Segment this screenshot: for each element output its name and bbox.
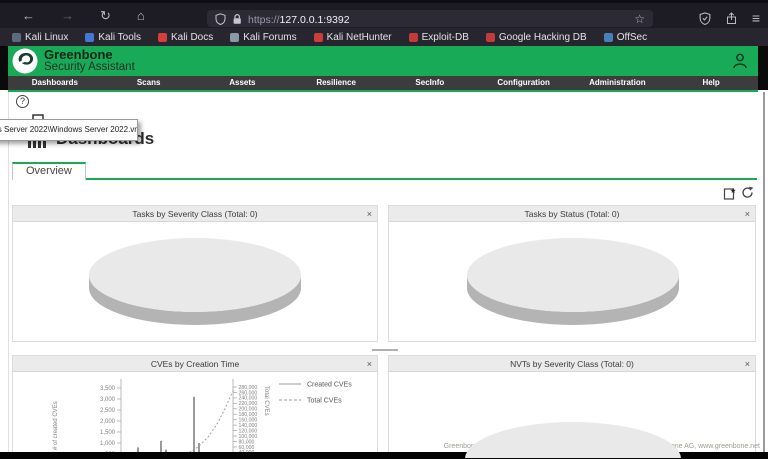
svg-text:2,000: 2,000	[100, 419, 116, 425]
user-icon[interactable]	[732, 52, 748, 70]
nav-item-secinfo[interactable]: SecInfo	[383, 76, 477, 90]
url-text: https://127.0.0.1:9392	[248, 10, 350, 28]
share-icon[interactable]	[725, 12, 738, 25]
svg-text:2,500: 2,500	[100, 408, 116, 414]
bookmark-label: Kali Forums	[243, 32, 296, 43]
url-host: 127.0.0.1:9392	[280, 14, 350, 26]
bookmarks-bar: Kali Linux Kali Tools Kali Docs Kali For…	[0, 28, 768, 46]
bookmark-label: Kali Linux	[25, 32, 68, 43]
tab-overview[interactable]: Overview	[12, 162, 86, 180]
bookmark-google-hacking-db[interactable]: Google Hacking DB	[486, 32, 587, 43]
panel-tasks-by-severity: Tasks by Severity Class (Total: 0) ×	[12, 205, 378, 342]
browser-toolbar: ← → ↻ ⌂ https://127.0.0.1:9392 ☆ ≡	[0, 3, 768, 28]
kali-tools-favicon	[85, 33, 94, 42]
greenbone-logo	[12, 48, 38, 74]
close-panel-icon[interactable]: ×	[745, 356, 750, 372]
brand-block: Greenbone Security Assistant	[44, 48, 135, 74]
page-scrollbar[interactable]	[763, 92, 765, 452]
content-left-border	[8, 92, 9, 452]
kali-docs-favicon	[158, 33, 167, 42]
svg-text:Total CVEs: Total CVEs	[263, 386, 269, 416]
vm-window-tooltip: ws Server 2022\Windows Server 2022.vmx	[0, 119, 138, 141]
bookmark-label: Exploit-DB	[422, 32, 469, 43]
cve-line-chart: 3,5003,0002,5002,0001,5001,000500280,000…	[13, 370, 379, 459]
bookmark-label: Google Hacking DB	[499, 32, 587, 43]
vm-screen-right-edge	[758, 46, 768, 90]
reset-dashboard-icon[interactable]	[741, 186, 754, 199]
new-display-icon[interactable]: ★	[723, 186, 736, 200]
panel-cves-by-creation-time: CVEs by Creation Time × 3,5003,0002,5002…	[12, 355, 378, 459]
url-scheme: https://	[248, 14, 280, 26]
close-panel-icon[interactable]: ×	[367, 206, 372, 222]
gsa-header: Greenbone Security Assistant	[8, 46, 758, 76]
svg-text:# of created CVEs: # of created CVEs	[53, 401, 59, 450]
tab-green-underline	[12, 178, 757, 180]
svg-text:1,000: 1,000	[100, 441, 116, 447]
menu-icon[interactable]: ≡	[752, 12, 760, 25]
vm-screen-left-edge	[0, 46, 8, 90]
empty-pie-chart	[389, 372, 756, 459]
panel-title: Tasks by Status (Total: 0)	[525, 209, 620, 219]
bookmark-label: Kali Tools	[98, 32, 141, 43]
toolbar-right-icons: ≡	[699, 8, 760, 28]
lock-icon	[232, 13, 242, 25]
kali-nethunter-favicon	[314, 33, 323, 42]
svg-text:3,000: 3,000	[100, 397, 116, 403]
nav-item-configuration[interactable]: Configuration	[477, 76, 571, 90]
reload-icon[interactable]: ↻	[100, 9, 111, 22]
exploit-db-favicon	[409, 33, 418, 42]
bookmark-kali-forums[interactable]: Kali Forums	[230, 32, 296, 43]
nav-item-assets[interactable]: Assets	[196, 76, 290, 90]
panel-header[interactable]: NVTs by Severity Class (Total: 0) ×	[389, 356, 755, 372]
help-icon[interactable]: ?	[16, 95, 29, 108]
panel-header[interactable]: Tasks by Status (Total: 0) ×	[389, 206, 755, 222]
empty-pie-chart	[389, 222, 757, 341]
ghdb-favicon	[486, 33, 495, 42]
bookmark-offsec[interactable]: OffSec	[604, 32, 647, 43]
svg-text:Created CVEs: Created CVEs	[307, 382, 352, 389]
url-bar[interactable]: https://127.0.0.1:9392 ☆	[207, 10, 653, 27]
nav-item-help[interactable]: Help	[664, 76, 758, 90]
forward-icon[interactable]: →	[61, 9, 74, 22]
nav-item-scans[interactable]: Scans	[102, 76, 196, 90]
svg-text:1,500: 1,500	[100, 430, 116, 436]
close-panel-icon[interactable]: ×	[745, 206, 750, 222]
nav-green-underline	[8, 90, 758, 92]
panel-nvts-by-severity: NVTs by Severity Class (Total: 0) ×	[388, 355, 756, 459]
home-icon[interactable]: ⌂	[137, 9, 145, 22]
empty-pie-chart	[13, 222, 377, 341]
bookmark-star-icon[interactable]: ☆	[634, 12, 645, 26]
nav-item-administration[interactable]: Administration	[571, 76, 665, 90]
panel-title: CVEs by Creation Time	[151, 359, 239, 369]
panel-tasks-by-status: Tasks by Status (Total: 0) ×	[388, 205, 756, 342]
svg-text:Total CVEs: Total CVEs	[307, 398, 342, 405]
bookmark-kali-linux[interactable]: Kali Linux	[12, 32, 68, 43]
row-resize-handle[interactable]	[372, 349, 398, 351]
bookmark-label: OffSec	[617, 32, 647, 43]
nav-item-dashboards[interactable]: Dashboards	[8, 76, 102, 90]
kali-linux-favicon	[12, 33, 21, 42]
svg-text:3,500: 3,500	[100, 386, 116, 392]
nav-item-resilience[interactable]: Resilience	[289, 76, 383, 90]
main-navigation: Dashboards Scans Assets Resilience SecIn…	[8, 76, 758, 90]
kali-forums-favicon	[230, 33, 239, 42]
bookmark-kali-docs[interactable]: Kali Docs	[158, 32, 213, 43]
panel-title: Tasks by Severity Class (Total: 0)	[132, 209, 257, 219]
bookmark-label: Kali Docs	[171, 32, 213, 43]
back-icon[interactable]: ←	[22, 9, 35, 22]
bookmark-label: Kali NetHunter	[327, 32, 392, 43]
bookmark-exploit-db[interactable]: Exploit-DB	[409, 32, 469, 43]
bookmark-kali-tools[interactable]: Kali Tools	[85, 32, 141, 43]
panel-header[interactable]: Tasks by Severity Class (Total: 0) ×	[13, 206, 377, 222]
shield-check-icon[interactable]	[699, 12, 711, 25]
offsec-favicon	[604, 33, 613, 42]
brand-name: Greenbone	[44, 48, 135, 61]
svg-text:★: ★	[730, 187, 736, 195]
bookmark-kali-nethunter[interactable]: Kali NetHunter	[314, 32, 392, 43]
brand-subtitle: Security Assistant	[44, 62, 135, 74]
tracking-shield-icon[interactable]	[215, 13, 226, 25]
screen: ← → ↻ ⌂ https://127.0.0.1:9392 ☆ ≡ Kali …	[0, 0, 768, 459]
panel-title: NVTs by Severity Class (Total: 0)	[510, 359, 634, 369]
